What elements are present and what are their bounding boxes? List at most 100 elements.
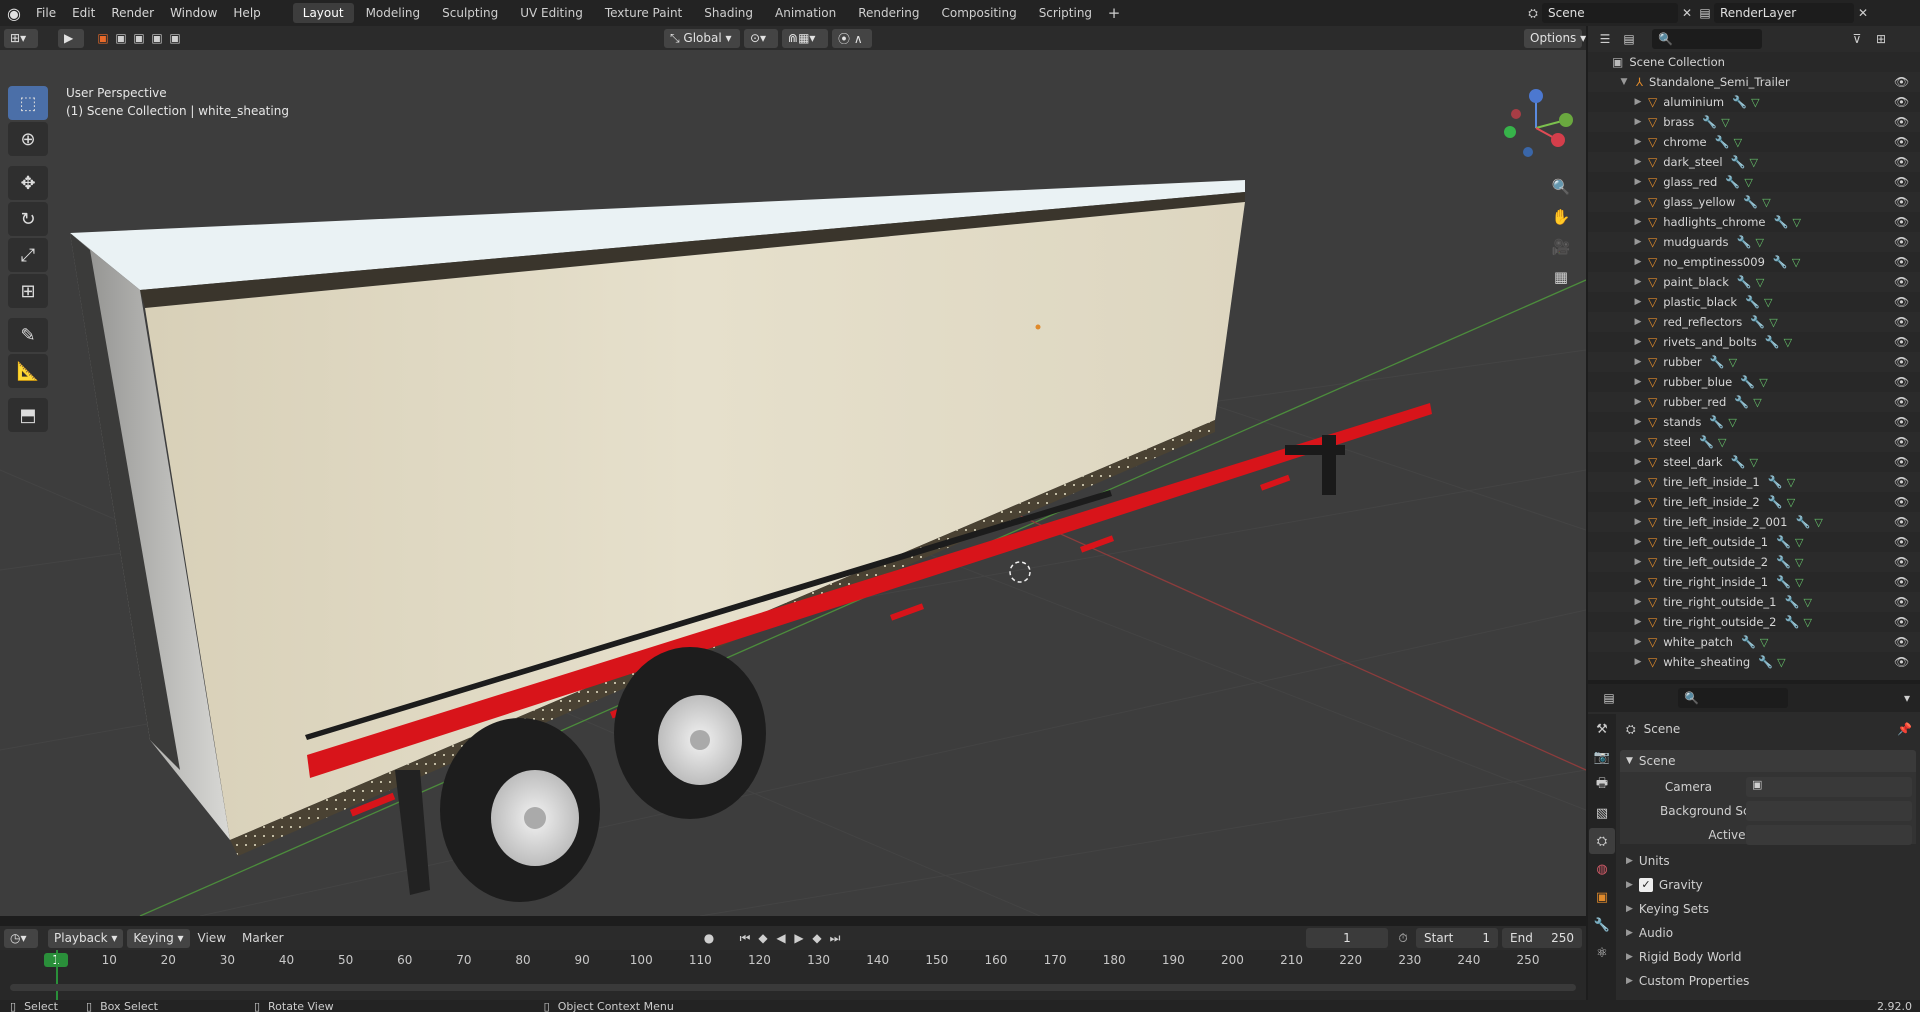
outliner-item[interactable]: ▶ ▽ no_emptiness009 🔧 ▽ 👁 xyxy=(1588,252,1920,272)
collapse-triangle-icon[interactable]: ▼ xyxy=(1618,77,1630,87)
tool-tab[interactable]: ⚒ xyxy=(1589,716,1615,742)
expand-triangle-icon[interactable]: ▶ xyxy=(1632,637,1644,647)
outliner-item[interactable]: ▶ ▽ hadlights_chrome 🔧 ▽ 👁 xyxy=(1588,212,1920,232)
outliner-item[interactable]: ▶ ▽ glass_yellow 🔧 ▽ 👁 xyxy=(1588,192,1920,212)
wrench-icon[interactable]: 🔧 xyxy=(1774,215,1789,229)
outliner-item[interactable]: ▶ ▽ tire_right_outside_1 🔧 ▽ 👁 xyxy=(1588,592,1920,612)
eye-icon[interactable]: 👁 xyxy=(1894,315,1909,329)
play-reverse-icon[interactable]: ◀ xyxy=(772,929,790,947)
mesh-data-icon[interactable]: ▽ xyxy=(1795,536,1803,549)
add-cube-tool[interactable]: ⬒ xyxy=(8,398,48,432)
outliner-item[interactable]: ▶ ▽ glass_red 🔧 ▽ 👁 xyxy=(1588,172,1920,192)
trailer-object-row[interactable]: ▼ ⅄ Standalone_Semi_Trailer 👁 xyxy=(1588,72,1920,92)
scene-collection-row[interactable]: ▣ Scene Collection xyxy=(1588,52,1920,72)
outliner-item[interactable]: ▶ ▽ dark_steel 🔧 ▽ 👁 xyxy=(1588,152,1920,172)
wrench-icon[interactable]: 🔧 xyxy=(1702,115,1717,129)
eye-icon[interactable]: 👁 xyxy=(1894,275,1909,289)
mesh-data-icon[interactable]: ▽ xyxy=(1729,356,1737,369)
world-tab[interactable]: ◍ xyxy=(1589,856,1615,882)
outliner-item[interactable]: ▶ ▽ red_reflectors 🔧 ▽ 👁 xyxy=(1588,312,1920,332)
transform-tool[interactable]: ⊞ xyxy=(8,274,48,308)
mesh-data-icon[interactable]: ▽ xyxy=(1734,136,1742,149)
mesh-data-icon[interactable]: ▽ xyxy=(1728,416,1736,429)
expand-triangle-icon[interactable]: ▶ xyxy=(1632,277,1644,287)
eye-icon[interactable]: 👁 xyxy=(1894,175,1909,189)
expand-triangle-icon[interactable]: ▶ xyxy=(1632,477,1644,487)
eye-icon[interactable]: 👁 xyxy=(1894,295,1909,309)
expand-triangle-icon[interactable]: ▶ xyxy=(1632,357,1644,367)
pin-icon[interactable]: 📌 xyxy=(1897,722,1912,736)
outliner-item[interactable]: ▶ ▽ rubber_blue 🔧 ▽ 👁 xyxy=(1588,372,1920,392)
outliner-item[interactable]: ▶ ▽ paint_black 🔧 ▽ 👁 xyxy=(1588,272,1920,292)
mesh-data-icon[interactable]: ▽ xyxy=(1756,276,1764,289)
outliner-item[interactable]: ▶ ▽ rubber 🔧 ▽ 👁 xyxy=(1588,352,1920,372)
eye-icon[interactable]: 👁 xyxy=(1894,595,1909,609)
section-custom-properties[interactable]: ▶ Custom Properties xyxy=(1620,970,1916,992)
properties-editor[interactable]: ▤ 🔍 ▾ ⚒ 📷 🖶 ▧ ⛭ ◍ ▣ 🔧 ⚛ ⛭ Scene 📌 ▼ Scen… xyxy=(1588,684,1920,1000)
keying-menu[interactable]: Keying ▾ xyxy=(127,928,190,948)
wrench-icon[interactable]: 🔧 xyxy=(1737,275,1752,289)
rotate-tool[interactable]: ↻ xyxy=(8,202,48,236)
wrench-icon[interactable]: 🔧 xyxy=(1732,95,1747,109)
expand-triangle-icon[interactable]: ▶ xyxy=(1632,577,1644,587)
mesh-data-icon[interactable]: ▽ xyxy=(1803,596,1811,609)
wrench-icon[interactable]: 🔧 xyxy=(1743,195,1758,209)
scale-tool[interactable]: ⤢ xyxy=(8,238,48,272)
eye-icon[interactable]: 👁 xyxy=(1894,455,1909,469)
tab-layout[interactable]: Layout xyxy=(292,3,354,23)
tab-rendering[interactable]: Rendering xyxy=(848,3,929,23)
outliner-item[interactable]: ▶ ▽ tire_left_inside_1 🔧 ▽ 👁 xyxy=(1588,472,1920,492)
mesh-data-icon[interactable]: ▽ xyxy=(1718,436,1726,449)
snap-dropdown[interactable]: ⋒ ▦▾ xyxy=(782,28,828,48)
section-gravity[interactable]: ▶ ✓ Gravity xyxy=(1620,874,1916,896)
wrench-icon[interactable]: 🔧 xyxy=(1784,615,1799,629)
mesh-data-icon[interactable]: ▽ xyxy=(1764,296,1772,309)
wrench-icon[interactable]: 🔧 xyxy=(1784,595,1799,609)
mesh-data-icon[interactable]: ▽ xyxy=(1777,656,1785,669)
eye-icon[interactable]: 👁 xyxy=(1894,375,1909,389)
expand-triangle-icon[interactable]: ▶ xyxy=(1632,257,1644,267)
wrench-icon[interactable]: 🔧 xyxy=(1776,575,1791,589)
properties-options-icon[interactable]: ▾ xyxy=(1898,689,1916,707)
outliner-item[interactable]: ▶ ▽ tire_left_inside_2 🔧 ▽ 👁 xyxy=(1588,492,1920,512)
display-mode-icon[interactable]: ▤ xyxy=(1620,30,1638,48)
expand-triangle-icon[interactable]: ▶ xyxy=(1632,537,1644,547)
select-extend-icon[interactable]: ▣ xyxy=(112,29,130,47)
eye-icon[interactable]: 👁 xyxy=(1894,435,1909,449)
mesh-data-icon[interactable]: ▽ xyxy=(1759,376,1767,389)
properties-search[interactable]: 🔍 xyxy=(1678,688,1788,708)
scene-close-icon[interactable]: ✕ xyxy=(1678,4,1696,22)
select-tool-button[interactable]: ▶ xyxy=(58,28,84,48)
eye-icon[interactable]: 👁 xyxy=(1894,195,1909,209)
expand-triangle-icon[interactable]: ▶ xyxy=(1632,497,1644,507)
eye-icon[interactable]: 👁 xyxy=(1894,515,1909,529)
section-audio[interactable]: ▶ Audio xyxy=(1620,922,1916,944)
eye-icon[interactable]: 👁 xyxy=(1894,75,1909,89)
jump-key-back-icon[interactable]: ◆ xyxy=(754,929,772,947)
outliner-item[interactable]: ▶ ▽ mudguards 🔧 ▽ 👁 xyxy=(1588,232,1920,252)
jump-end-icon[interactable]: ⏭ xyxy=(826,929,844,947)
mesh-data-icon[interactable]: ▽ xyxy=(1760,636,1768,649)
annotate-tool[interactable]: ✎ xyxy=(8,318,48,352)
view-layer-close-icon[interactable]: ✕ xyxy=(1854,4,1872,22)
wrench-icon[interactable]: 🔧 xyxy=(1736,235,1751,249)
eye-icon[interactable]: 👁 xyxy=(1894,395,1909,409)
filter-icon[interactable]: ⊽ xyxy=(1848,30,1866,48)
expand-triangle-icon[interactable]: ▶ xyxy=(1632,197,1644,207)
outliner-item[interactable]: ▶ ▽ white_patch 🔧 ▽ 👁 xyxy=(1588,632,1920,652)
expand-triangle-icon[interactable]: ▶ xyxy=(1632,157,1644,167)
expand-triangle-icon[interactable]: ▶ xyxy=(1632,397,1644,407)
mesh-data-icon[interactable]: ▽ xyxy=(1744,176,1752,189)
menu-edit[interactable]: Edit xyxy=(64,0,103,26)
timeline-view-menu[interactable]: View xyxy=(190,931,234,945)
expand-triangle-icon[interactable]: ▶ xyxy=(1632,517,1644,527)
scene-panel-header[interactable]: ▼ Scene xyxy=(1620,750,1916,772)
ortho-toggle-button[interactable]: ▦ xyxy=(1546,262,1576,292)
mesh-data-icon[interactable]: ▽ xyxy=(1803,616,1811,629)
expand-triangle-icon[interactable]: ▶ xyxy=(1632,297,1644,307)
camera-view-button[interactable]: 🎥 xyxy=(1546,232,1576,262)
wrench-icon[interactable]: 🔧 xyxy=(1731,155,1746,169)
view-layer-tab[interactable]: ▧ xyxy=(1589,800,1615,826)
outliner-editor-icon[interactable]: ☰ xyxy=(1596,30,1614,48)
camera-field[interactable]: ▣ xyxy=(1746,777,1912,797)
